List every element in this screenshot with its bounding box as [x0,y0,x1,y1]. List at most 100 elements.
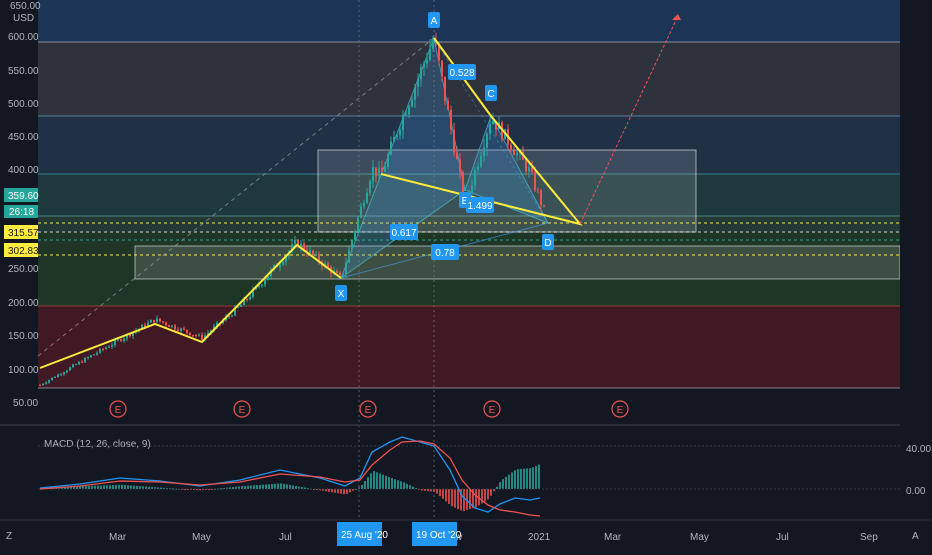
macd-bar [535,465,537,489]
macd-bar [370,473,372,489]
macd-bar [352,489,354,491]
candle-body [246,298,248,300]
macd-bar [454,489,456,508]
macd-bar [115,484,117,489]
candle-body [240,305,242,307]
macd-bar [232,487,234,489]
candle-body [384,166,386,172]
candle-body [102,348,104,350]
macd-bar [502,479,504,489]
candle-body [423,63,425,68]
macd-bar [469,489,471,510]
time-tick: Jul [279,532,292,543]
macd-bar [361,484,363,489]
candle-body [543,205,545,207]
candle-body [198,334,200,336]
macd-bar [244,485,246,489]
candle-body [63,372,65,375]
macd-bar [304,487,306,489]
pattern-point-label: D [544,238,551,249]
macd-bar [256,485,258,489]
candle-body [123,338,125,341]
macd-bar [148,486,150,489]
macd-bar [508,474,510,489]
candle-body [408,106,410,115]
toolbar-auto-button[interactable]: A [912,531,919,542]
candle-body [336,271,338,273]
candle-body [402,115,404,130]
macd-bar [343,489,345,495]
candle-body [72,364,74,368]
candle-body [429,48,431,61]
macd-bar [373,471,375,489]
macd-bar [538,464,540,489]
candle-body [390,141,392,155]
price-axis[interactable] [900,0,932,520]
candle-body [84,357,86,363]
earnings-marker-label: E [365,405,372,416]
macd-bar [172,488,174,490]
ratio-label: 0.528 [449,68,474,79]
macd-bar [328,489,330,492]
earnings-marker-label: E [239,405,246,416]
candle-body [162,321,164,323]
macd-bar [337,489,339,494]
countdown-text: 26:18 [9,207,34,218]
macd-bar [526,468,528,489]
candle-body [93,354,95,356]
candle-body [51,377,53,381]
candle-body [261,284,263,286]
candle-body [312,250,314,255]
candle-body [534,171,536,190]
candle-body [180,328,182,331]
trading-chart[interactable]: XABCD 0.528 0.617 1.499 0.78 EEEEE MACD (12… [0,0,932,550]
macd-bar [136,485,138,489]
macd-bar [259,484,261,489]
date-marker-text: 25 Aug '20 [341,530,388,541]
macd-tick: 0.00 [906,486,926,497]
candle-body [477,166,479,170]
price-tag-text: 302.83 [8,246,39,257]
candle-body [48,380,50,383]
candle-body [60,374,62,376]
candle-body [474,169,476,186]
candle-body [420,67,422,79]
pattern-point-label: X [338,289,345,300]
candle-body [405,114,407,116]
candle-body [372,167,374,182]
pattern-point-label: C [487,89,494,100]
candle-body [483,147,485,157]
candle-body [195,335,197,337]
candle-body [471,185,473,193]
macd-bar [403,482,405,489]
candle-body [432,40,434,49]
candle-body [264,280,266,285]
macd-bar [346,489,348,495]
candle-body [99,348,101,353]
last-price-text: 359.60 [8,191,39,202]
macd-bar [88,485,90,489]
candle-body [444,76,446,101]
candle-body [480,156,482,167]
macd-bar [397,480,399,489]
time-axis[interactable]: Z A Mar May Jul w 2021 Mar May Jul Sep 2… [0,519,932,550]
macd-bar [253,485,255,489]
earnings-marker-label: E [115,405,122,416]
macd-bar [463,489,465,512]
macd-bar [100,485,102,489]
candle-body [381,167,383,172]
macd-bar [436,489,438,494]
macd-bar [412,486,414,489]
toolbar-z-button[interactable]: Z [6,531,12,542]
candle-body [111,344,113,347]
macd-bar [112,485,114,489]
candle-body [57,374,59,378]
candle-body [492,121,494,124]
macd-bar [382,474,384,489]
chart-canvas[interactable]: XABCD 0.5280.6171.4990.78 EEEEE MACD (12… [0,0,932,550]
macd-bar [160,487,162,489]
candle-body [150,319,152,323]
macd-bar [409,485,411,489]
macd-bar [367,477,369,489]
macd-bar [511,472,513,489]
